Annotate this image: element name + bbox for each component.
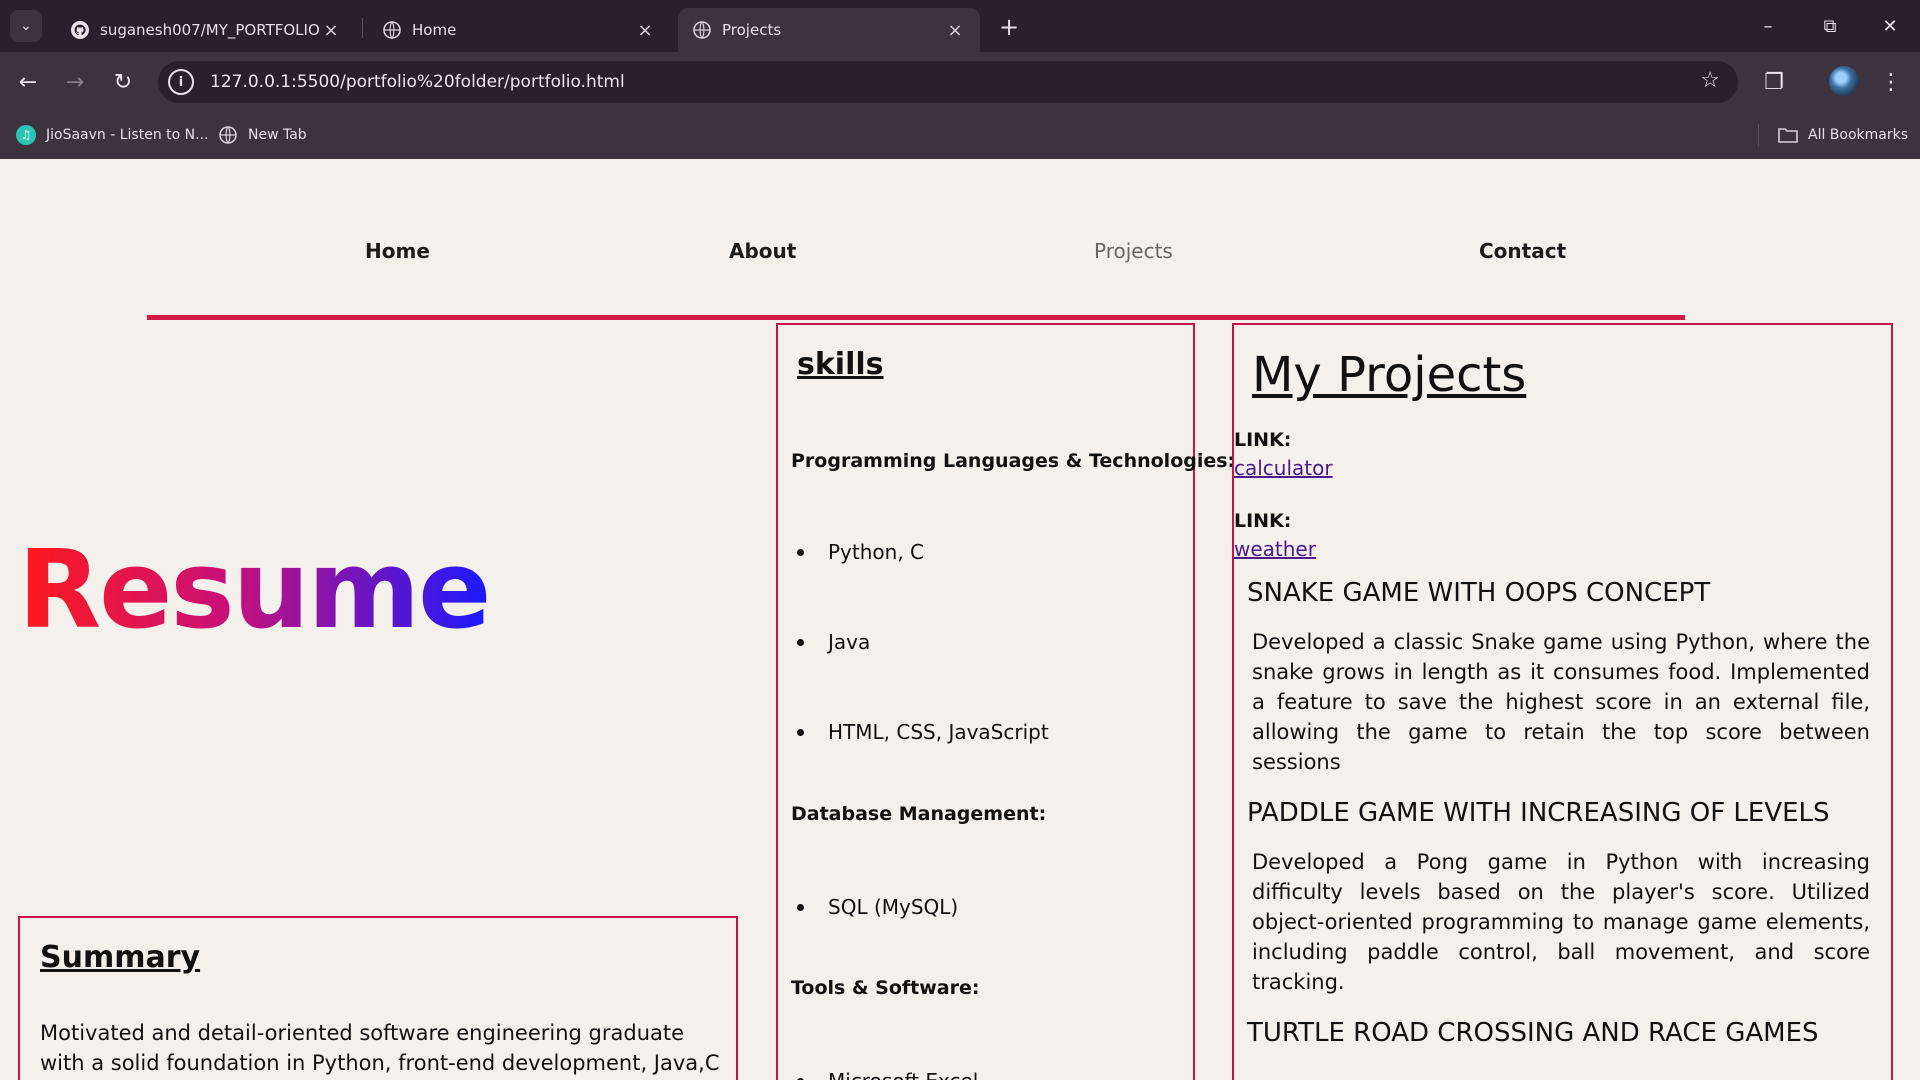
jiosaavn-icon: ♫: [16, 125, 36, 145]
close-tab-icon[interactable]: ×: [320, 19, 342, 41]
forward-arrow-icon[interactable]: →: [57, 64, 93, 100]
nav-projects[interactable]: Projects: [1094, 239, 1173, 263]
all-bookmarks-button[interactable]: All Bookmarks: [1778, 124, 1908, 146]
bookmark-label: New Tab: [248, 127, 307, 143]
browser-tab-bar: ⌄ suganesh007/MY_PORTFOLIO: 💻 × Home × P…: [0, 0, 1920, 52]
close-tab-icon[interactable]: ×: [944, 19, 966, 41]
skill-label: Java: [828, 630, 871, 654]
project-heading: PADDLE GAME WITH INCREASING OF LEVELS: [1247, 798, 1830, 828]
tab-title: suganesh007/MY_PORTFOLIO: 💻: [100, 21, 320, 39]
bullet-icon: [797, 548, 804, 556]
link-label: LINK:: [1234, 510, 1292, 532]
skill-item: Microsoft Excel: [791, 1069, 978, 1080]
tab-projects[interactable]: Projects ×: [678, 8, 980, 52]
reload-icon[interactable]: ↻: [105, 64, 141, 100]
bookmark-label: JioSaavn - Listen to N...: [46, 127, 209, 143]
nav-home[interactable]: Home: [365, 239, 430, 263]
summary-section: Summary Motivated and detail-oriented so…: [18, 916, 738, 1080]
project-heading: TURTLE ROAD CROSSING AND RACE GAMES: [1247, 1018, 1819, 1048]
tab-title: Projects: [722, 21, 782, 39]
more-menu-icon[interactable]: ⋮: [1873, 64, 1909, 100]
skills-title: skills: [797, 347, 884, 382]
skill-item: SQL (MySQL): [791, 895, 958, 919]
extensions-icon[interactable]: ❐: [1756, 64, 1792, 100]
globe-icon: [382, 20, 402, 40]
github-icon: [70, 20, 90, 40]
skill-label: SQL (MySQL): [828, 895, 959, 919]
link-label: LINK:: [1234, 429, 1292, 451]
tab-home[interactable]: Home ×: [368, 8, 670, 52]
skills-section: skills Programming Languages & Technolog…: [776, 323, 1235, 1080]
skill-label: Microsoft Excel: [828, 1069, 978, 1080]
bookmark-star-icon[interactable]: ☆: [1700, 68, 1720, 93]
weather-link[interactable]: weather: [1234, 537, 1316, 561]
nav-about[interactable]: About: [729, 239, 796, 263]
tab-github[interactable]: suganesh007/MY_PORTFOLIO: 💻 ×: [56, 8, 356, 52]
bookmarks-bar: ♫ JioSaavn - Listen to N... New Tab All …: [0, 112, 1920, 159]
globe-icon: [218, 125, 238, 145]
summary-text: Motivated and detail-oriented software e…: [40, 1021, 720, 1075]
skills-group-heading: Database Management:: [791, 803, 1047, 825]
close-tab-icon[interactable]: ×: [634, 19, 656, 41]
bookmark-new-tab[interactable]: New Tab: [218, 124, 307, 146]
restore-icon[interactable]: ⧉: [1800, 8, 1860, 44]
skills-group-heading: Programming Languages & Technologies:: [791, 450, 1236, 472]
bullet-icon: [797, 728, 804, 736]
site-info-icon[interactable]: i: [168, 69, 194, 95]
projects-title: My Projects: [1252, 347, 1527, 403]
new-tab-icon[interactable]: +: [993, 12, 1025, 42]
all-bookmarks-label: All Bookmarks: [1808, 127, 1909, 143]
folder-icon: [1778, 125, 1798, 145]
tab-search-chevron-icon[interactable]: ⌄: [10, 10, 42, 42]
tab-title: Home: [412, 21, 457, 39]
back-arrow-icon[interactable]: ←: [10, 64, 46, 100]
skill-item: Python, C: [791, 540, 924, 564]
skill-label: HTML, CSS, JavaScript: [828, 720, 1049, 744]
skill-item: HTML, CSS, JavaScript: [791, 720, 1049, 744]
skills-group-heading: Tools & Software:: [791, 977, 980, 999]
close-window-icon[interactable]: ✕: [1860, 8, 1920, 44]
projects-section: My Projects LINK: calculator LINK: weath…: [1232, 323, 1893, 1080]
summary-title: Summary: [40, 940, 201, 975]
minimize-icon[interactable]: –: [1738, 8, 1798, 44]
bookmark-separator: [1758, 124, 1759, 146]
bullet-icon: [797, 638, 804, 646]
browser-toolbar: ← → ↻ i 127.0.0.1:5500/portfolio%20folde…: [0, 52, 1920, 112]
skill-label: Python, C: [828, 540, 925, 564]
page-content: Home About Projects Contact Resume Summa…: [0, 159, 1920, 1080]
url-text[interactable]: 127.0.0.1:5500/portfolio%20folder/portfo…: [210, 72, 625, 92]
globe-icon: [692, 20, 712, 40]
address-bar[interactable]: i 127.0.0.1:5500/portfolio%20folder/port…: [158, 61, 1738, 103]
nav-contact[interactable]: Contact: [1479, 239, 1566, 263]
project-description: Developed a Pong game in Python with inc…: [1252, 850, 1870, 994]
bookmark-jiosaavn[interactable]: ♫ JioSaavn - Listen to N...: [16, 124, 208, 146]
calculator-link[interactable]: calculator: [1234, 456, 1333, 480]
hero-title: Resume: [18, 528, 491, 653]
project-heading: SNAKE GAME WITH OOPS CONCEPT: [1247, 578, 1711, 608]
profile-avatar[interactable]: [1829, 66, 1859, 96]
tab-separator: [362, 18, 363, 38]
nav-underline: [147, 315, 1685, 320]
skill-item: Java: [791, 630, 870, 654]
project-description: Developed a classic Snake game using Pyt…: [1252, 630, 1870, 774]
bullet-icon: [797, 903, 804, 911]
